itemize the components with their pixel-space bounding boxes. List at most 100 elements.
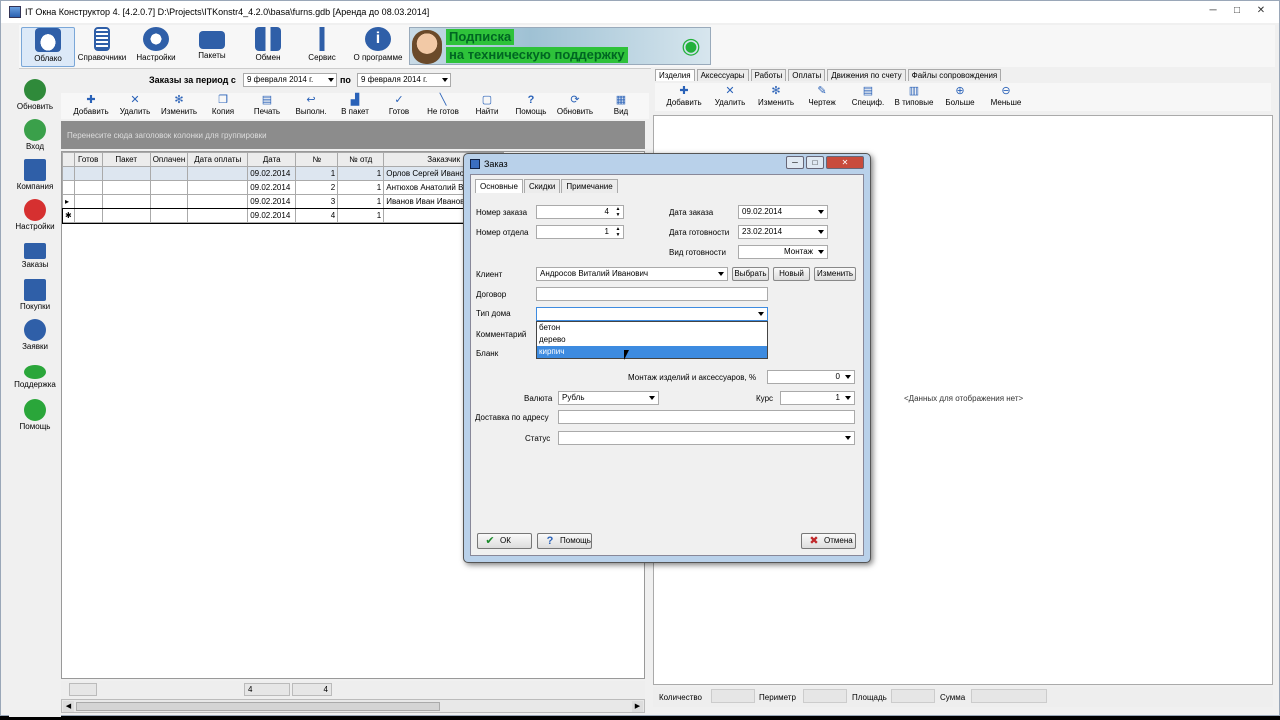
order-number-field[interactable]: 4 ▲ ▼ [536,205,624,219]
col-header[interactable]: Готов [73,152,103,167]
date-from-select[interactable]: 9 февраля 2014 г. [243,73,337,87]
ok-button[interactable]: ✔ ОК [477,533,532,549]
list-item[interactable]: дерево [537,334,767,346]
nav-settings[interactable]: Настройки [9,199,61,231]
tab-account-movements[interactable]: Движения по счету [827,69,906,81]
toolbar-service-button[interactable]: Сервис [295,27,349,67]
chevron-down-icon [845,396,851,400]
details-add-button[interactable]: ✚ Добавить [661,85,707,107]
spinner-icon[interactable]: ▲ ▼ [614,226,622,238]
orders-view-button[interactable]: ▦ Вид [598,94,644,116]
order-date-field[interactable]: 09.02.2014 [738,205,828,219]
nav-support[interactable]: Поддержка [9,359,61,389]
details-less-button[interactable]: ⊖ Меньше [983,85,1029,107]
close-button[interactable]: ✕ [1251,4,1271,18]
orders-ready-button[interactable]: ✓ Готов [376,94,422,116]
minimize-button[interactable]: ─ [1203,4,1223,18]
status-select[interactable] [558,431,855,445]
department-number-field[interactable]: 1 ▲ ▼ [536,225,624,239]
orders-refresh-button[interactable]: ⟳ Обновить [552,94,598,116]
tab-accessories[interactable]: Аксессуары [696,69,749,81]
nav-company[interactable]: Компания [9,159,61,191]
group-panel[interactable]: Перенесите сюда заголовок колонки для гр… [61,121,645,149]
rate-field[interactable]: 1 [780,391,855,405]
new-client-button[interactable]: Новый [773,267,810,281]
document-icon: ▤ [862,85,874,97]
table-row[interactable]: 09.02.2014 2 1 Антюхов Анатолий В [62,180,505,195]
currency-select[interactable]: Рубль [558,391,659,405]
nav-help[interactable]: Помощь [9,399,61,431]
client-select[interactable]: Андросов Виталий Иванович [536,267,728,281]
ready-date-field[interactable]: 23.02.2014 [738,225,828,239]
dialog-close-button[interactable]: ✕ [826,156,864,169]
mounting-percent-field[interactable]: 0 [767,370,855,384]
toolbar-about-button[interactable]: i О программе [351,27,405,67]
operator-image [412,30,442,64]
contract-field[interactable] [536,287,768,301]
scroll-right-icon[interactable]: ▶ [632,701,643,712]
horizontal-scrollbar[interactable]: ◀ ▶ [61,699,645,713]
chevron-down-icon [818,210,824,214]
list-item[interactable]: бетон [537,322,767,334]
details-delete-button[interactable]: ✕ Удалить [707,85,753,107]
table-row[interactable]: ▸ 09.02.2014 3 1 Иванов Иван Иванов [62,194,505,209]
orders-help-button[interactable]: ? Помощь [508,94,554,116]
maximize-button[interactable]: □ [1227,4,1247,18]
details-drawing-button[interactable]: ✎ Чертеж [799,85,845,107]
col-header[interactable]: Пакет [101,152,151,167]
house-type-select[interactable] [536,307,768,321]
list-item[interactable]: кирпич [537,346,767,358]
dialog-minimize-button[interactable]: ─ [786,156,804,169]
scroll-thumb[interactable] [76,702,440,711]
col-header[interactable]: № [295,152,339,167]
nav-requests[interactable]: Заявки [9,319,61,351]
orders-delete-button[interactable]: ✕ Удалить [112,94,158,116]
toolbar-packages-button[interactable]: Пакеты [185,27,239,67]
orders-edit-button[interactable]: ✻ Изменить [156,94,202,116]
toolbar-exchange-button[interactable]: Обмен [241,27,295,67]
nav-orders[interactable]: Заказы [9,239,61,269]
col-header[interactable]: Дата оплаты [187,152,249,167]
scroll-left-icon[interactable]: ◀ [63,701,74,712]
date-to-select[interactable]: 9 февраля 2014 г. [357,73,451,87]
edit-client-button[interactable]: Изменить [814,267,856,281]
details-more-button[interactable]: ⊕ Больше [937,85,983,107]
cancel-button[interactable]: ✖ Отмена [801,533,856,549]
choose-client-button[interactable]: Выбрать [732,267,769,281]
col-header[interactable]: № отд [337,152,385,167]
table-row[interactable]: 09.02.2014 1 1 Орлов Сергей Ивано [62,166,505,181]
orders-not-ready-button[interactable]: ╲ Не готов [420,94,466,116]
col-header[interactable]: Дата [247,152,297,167]
tab-notes[interactable]: Примечание [561,179,618,193]
tab-main[interactable]: Основные [475,179,523,193]
tab-products[interactable]: Изделия [655,69,695,81]
not-ready-icon: ╲ [439,94,447,106]
toolbar-cloud-button[interactable]: Облако [21,27,75,67]
details-spec-button[interactable]: ▤ Специф. [845,85,891,107]
tab-files[interactable]: Файлы сопровождения [907,69,1002,81]
orders-find-button[interactable]: ▢ Найти [464,94,510,116]
ready-type-select[interactable]: Монтаж [738,245,828,259]
tab-payments[interactable]: Оплаты [788,69,826,81]
orders-execute-button[interactable]: ↩ Выполн. [288,94,334,116]
nav-purchases[interactable]: Покупки [9,279,61,311]
help-button[interactable]: ? Помощь [537,533,592,549]
orders-to-package-button[interactable]: ▟ В пакет [332,94,378,116]
nav-refresh[interactable]: Обновить [9,79,61,111]
orders-add-button[interactable]: ✚ Добавить [68,94,114,116]
nav-login[interactable]: Вход [9,119,61,151]
orders-print-button[interactable]: ▤ Печать [244,94,290,116]
tab-discounts[interactable]: Скидки [523,179,561,193]
toolbar-settings-button[interactable]: Настройки [129,27,183,67]
col-header[interactable]: Оплачен [149,152,189,167]
dialog-maximize-button[interactable]: □ [806,156,824,169]
details-edit-button[interactable]: ✻ Изменить [753,85,799,107]
support-banner[interactable]: Подписка на техническую поддержку ◉ [409,27,711,65]
toolbar-references-button[interactable]: Справочники [75,27,129,67]
delivery-address-field[interactable] [558,410,855,424]
details-typical-button[interactable]: ▥ В типовые [891,85,937,107]
table-row[interactable]: ✱ 09.02.2014 4 1 [61,207,505,224]
spinner-icon[interactable]: ▲ ▼ [614,206,622,218]
tab-works[interactable]: Работы [750,69,787,81]
orders-copy-button[interactable]: ❐ Копия [200,94,246,116]
